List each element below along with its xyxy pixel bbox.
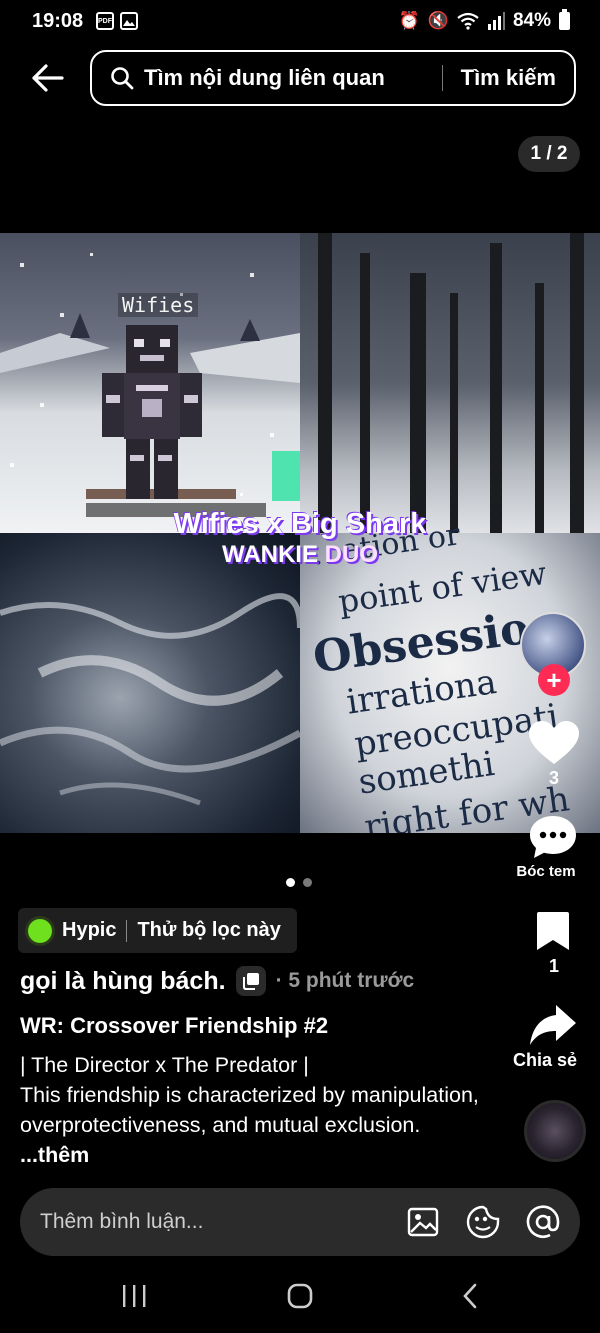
carousel-dot[interactable]	[303, 878, 312, 887]
system-back-button[interactable]	[450, 1280, 490, 1312]
alarm-icon: ⏰	[398, 11, 420, 30]
more-link[interactable]: ...thêm	[20, 1143, 89, 1167]
post-title: WR: Crossover Friendship #2	[20, 1013, 329, 1038]
sticker-icon[interactable]	[466, 1205, 500, 1239]
bookmark-button[interactable]	[536, 910, 570, 952]
home-icon	[287, 1283, 313, 1309]
mention-icon[interactable]	[526, 1205, 560, 1239]
chevron-left-icon	[463, 1283, 477, 1309]
author-line: gọi là hùng bách. · 5 phút trước	[20, 966, 414, 996]
filter-logo-icon	[28, 918, 52, 943]
filter-chip[interactable]: Hypic Thử bộ lọc này	[18, 908, 297, 953]
status-time: 19:08	[32, 10, 84, 32]
search-divider	[441, 65, 443, 91]
minecraft-snow-tile: Wifies	[0, 233, 300, 533]
filter-action: Thử bộ lọc này	[137, 919, 281, 941]
heart-icon	[529, 721, 579, 764]
share-label: Chia sẻ	[512, 1050, 578, 1070]
image-notification-icon	[120, 12, 138, 30]
pdf-notification-icon: PDF	[96, 12, 114, 30]
battery-level: 84%	[512, 10, 551, 31]
comment-label: Bóc tem	[516, 863, 576, 880]
comment-bar[interactable]: Thêm bình luận...	[20, 1188, 580, 1256]
image-icon[interactable]	[406, 1205, 440, 1239]
page-counter: 1 / 2	[518, 136, 580, 172]
bookmark-icon	[537, 912, 569, 950]
system-nav-bar	[0, 1266, 600, 1333]
mute-icon: 🔇	[427, 11, 449, 30]
caption-subtitle-b: DUO	[324, 541, 378, 568]
music-disc[interactable]	[524, 1100, 586, 1162]
carousel-dots	[286, 878, 312, 887]
status-right: ⏰ 🔇 84%	[398, 9, 570, 32]
back-arrow-icon	[32, 64, 64, 92]
author-name[interactable]: gọi là hùng bách.	[20, 967, 226, 996]
notification-icons: PDF	[96, 12, 138, 30]
search-bar[interactable]: Tìm nội dung liên quan Tìm kiếm	[90, 50, 576, 106]
caption-title: Wifies x Big Shark	[173, 508, 427, 540]
recents-icon	[123, 1285, 146, 1307]
caption-subtitle-a: WANKIE	[221, 541, 325, 568]
carousel-dot-active[interactable]	[286, 878, 295, 887]
post-description[interactable]: | The Director x The Predator | This fri…	[20, 1050, 490, 1170]
signal-icon	[487, 12, 505, 30]
like-count: 3	[548, 768, 559, 788]
battery-icon	[559, 9, 570, 30]
minecraft-character	[102, 325, 202, 499]
comment-button[interactable]	[528, 814, 578, 860]
share-arrow-icon	[530, 1005, 576, 1045]
like-button[interactable]	[528, 720, 580, 771]
collage-caption: Wifies x Big Shark WANKIE DUO	[0, 508, 600, 569]
search-input[interactable]: Tìm nội dung liên quan	[144, 65, 442, 91]
recent-apps-button[interactable]	[114, 1280, 154, 1312]
ocean-waves-tile	[0, 533, 300, 833]
comment-icon	[530, 816, 576, 858]
back-button[interactable]	[26, 58, 70, 98]
post-image[interactable]: Wifies …ation or point of view Obsessio …	[0, 233, 600, 833]
home-button[interactable]	[280, 1280, 320, 1312]
status-bar: 19:08 PDF ⏰ 🔇 84%	[0, 0, 600, 44]
bookmark-count: 1	[548, 956, 559, 976]
search-button[interactable]: Tìm kiếm	[461, 65, 556, 91]
follow-button[interactable]: +	[538, 664, 570, 696]
comment-input[interactable]: Thêm bình luận...	[40, 1210, 406, 1234]
chip-divider	[126, 919, 128, 942]
snowy-forest-tile	[300, 233, 600, 533]
post-time: · 5 phút trước	[275, 969, 415, 992]
repost-icon	[235, 966, 266, 996]
caption-subtitle: WANKIE DUO	[0, 541, 600, 569]
post-description-text: | The Director x The Predator | This fri…	[20, 1053, 479, 1137]
wifi-icon	[457, 12, 479, 30]
share-button[interactable]	[528, 1003, 578, 1047]
filter-name: Hypic	[62, 919, 117, 941]
search-icon	[110, 65, 136, 91]
minecraft-nametag: Wifies	[118, 293, 199, 317]
